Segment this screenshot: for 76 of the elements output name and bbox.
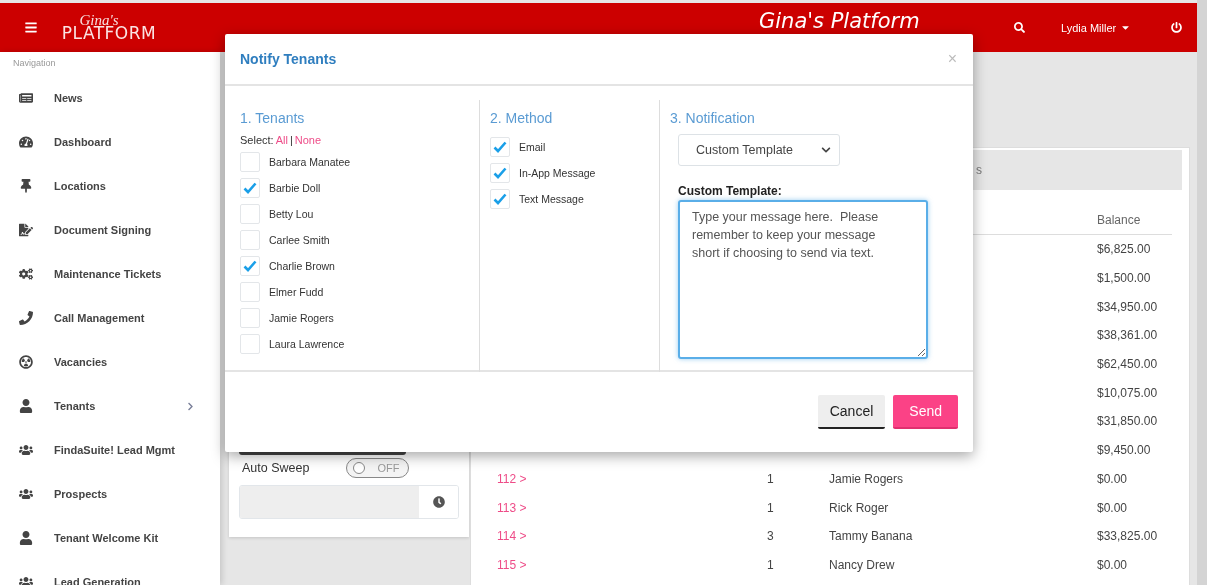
section-title: 1. Tenants: [240, 110, 306, 126]
nav-item[interactable]: Document Signing: [0, 208, 220, 252]
table-cell: $9,450.00: [1097, 443, 1151, 458]
tenant-name: Betty Lou: [269, 208, 314, 220]
unit-link[interactable]: 113 >: [497, 500, 527, 515]
nav-label: Tenants: [54, 400, 97, 412]
nav-label: FindaSuite! Lead Mgmt: [54, 444, 176, 456]
logo[interactable]: Gina's PLATFORM: [59, 13, 159, 42]
nav-item[interactable]: Dashboard: [0, 120, 220, 164]
table-cell: Nancy Drew: [829, 557, 895, 572]
nav-label: Call Management: [54, 312, 146, 324]
auto-sweep-label: Auto Sweep: [242, 461, 310, 475]
tenant-name: Jamie Rogers: [269, 312, 334, 324]
method-label: In-App Message: [519, 167, 596, 179]
nav-label: Vacancies: [54, 356, 109, 368]
table-cell: $33,825.00: [1097, 529, 1158, 544]
unit-link[interactable]: 112 >: [497, 471, 527, 486]
tenant-name: Laura Lawrence: [269, 338, 345, 350]
column-header: Balance: [1097, 213, 1142, 227]
message-field[interactable]: Type your message here. Please remember to keep your message short if choosing to send via text.: [678, 200, 928, 359]
table-cell: Rick Roger: [829, 500, 889, 515]
nav-label: News: [54, 92, 84, 104]
table-cell: Tammy Banana: [829, 529, 913, 544]
select-none-link[interactable]: None: [294, 134, 322, 146]
field-label: Custom Template:: [678, 184, 783, 198]
nav-label: Maintenance Tickets: [54, 268, 163, 280]
nav-label: Document Signing: [54, 224, 153, 236]
table-cell: $38,361.00: [1097, 328, 1158, 343]
nav-heading: Navigation: [12, 57, 57, 70]
platform-title: Gina's Platform: [759, 10, 921, 32]
table-cell: $34,950.00: [1097, 299, 1158, 314]
table-cell: Jamie Rogers: [829, 471, 904, 486]
table-cell: 1: [767, 557, 774, 572]
table-cell: $31,850.00: [1097, 414, 1158, 429]
table-cell: 1: [767, 471, 774, 486]
nav-label: Tenant Welcome Kit: [54, 532, 160, 544]
tenant-name: Barbie Doll: [269, 182, 321, 194]
nav-label: Prospects: [54, 488, 109, 500]
table-cell: $0.00: [1097, 471, 1128, 486]
section-title: 3. Notification: [670, 110, 756, 126]
nav-label: Dashboard: [54, 136, 113, 148]
tenant-name: Barbara Manatee: [269, 156, 351, 168]
nav-item[interactable]: Locations: [0, 164, 220, 208]
unit-link[interactable]: 114 >: [497, 529, 527, 544]
separator: |: [289, 134, 293, 146]
table-cell: $62,450.00: [1097, 357, 1158, 372]
user-menu[interactable]: Lydia Miller: [1061, 21, 1132, 34]
method-label: Email: [519, 141, 546, 153]
nav-item[interactable]: Tenants: [0, 384, 220, 428]
table-cell: 3: [767, 529, 774, 544]
nav-item[interactable]: FindaSuite! Lead Mgmt: [0, 428, 220, 472]
unit-link[interactable]: 115 >: [497, 557, 527, 572]
card-header-text: s: [976, 163, 982, 177]
method-label: Text Message: [519, 193, 584, 205]
nav-item[interactable]: News: [0, 76, 220, 120]
select-label: Select:: [240, 134, 274, 146]
template-select[interactable]: Custom Template: [678, 134, 840, 166]
cancel-button[interactable]: Cancel: [817, 395, 886, 429]
nav-item[interactable]: Vacancies: [0, 340, 220, 384]
table-cell: $1,500.00: [1097, 271, 1151, 286]
nav-item[interactable]: Prospects: [0, 472, 220, 516]
table-cell: $10,075.00: [1097, 385, 1158, 400]
select-all-link[interactable]: All: [275, 134, 288, 146]
table-cell: $0.00: [1097, 557, 1128, 572]
tenant-name: Carlee Smith: [269, 234, 330, 246]
tenant-name: Elmer Fudd: [269, 286, 324, 298]
table-cell: $6,825.00: [1097, 242, 1151, 257]
nav-label: Locations: [54, 180, 107, 192]
section-title: 2. Method: [490, 110, 554, 126]
table-cell: $0.00: [1097, 500, 1128, 515]
dialog-title: Notify Tenants: [240, 51, 337, 67]
tenant-name: Charlie Brown: [269, 260, 335, 272]
nav-item[interactable]: Call Management: [0, 296, 220, 340]
table-cell: 1: [767, 500, 774, 515]
nav-item[interactable]: Tenant Welcome Kit: [0, 516, 220, 560]
nav-item[interactable]: Maintenance Tickets: [0, 252, 220, 296]
